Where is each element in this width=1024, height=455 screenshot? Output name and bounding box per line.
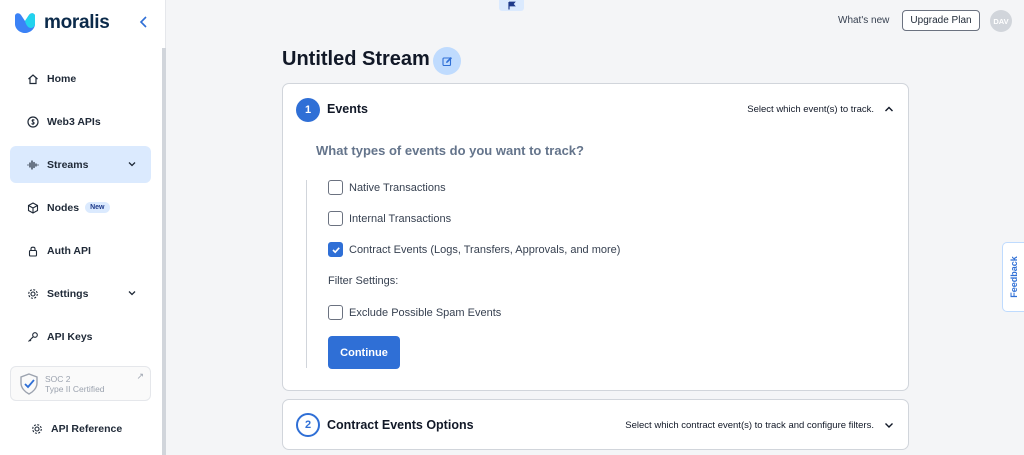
divider	[306, 180, 307, 368]
option-label: Native Transactions	[349, 181, 446, 194]
feedback-label: Feedback	[1008, 256, 1019, 298]
option-native-transactions[interactable]: Native Transactions	[328, 180, 446, 195]
chevron-up-icon[interactable]	[884, 104, 894, 114]
check-icon	[331, 246, 340, 253]
external-link-icon: ↗	[136, 371, 144, 381]
sidebar-scrollbar[interactable]	[162, 48, 166, 455]
card-title: Contract Events Options	[327, 418, 474, 432]
sidebar-item-label: Nodes	[47, 201, 80, 214]
key-icon	[26, 330, 40, 344]
option-internal-transactions[interactable]: Internal Transactions	[328, 211, 451, 226]
gear-icon	[30, 422, 44, 436]
feedback-tab[interactable]: Feedback	[1002, 242, 1024, 312]
soc2-certification-badge[interactable]: SOC 2 Type II Certified ↗	[10, 366, 151, 401]
sidebar: moralis Home Web3 APIs Streams Nodes New…	[0, 0, 166, 455]
edit-icon	[441, 56, 452, 66]
events-question: What types of events do you want to trac…	[316, 143, 584, 158]
sidebar-nav: Home Web3 APIs Streams Nodes New Auth AP…	[10, 60, 151, 361]
sidebar-item-home[interactable]: Home	[10, 60, 151, 97]
edit-title-button[interactable]	[433, 47, 461, 75]
cube-icon	[26, 201, 40, 215]
logo[interactable]: moralis	[12, 12, 110, 34]
new-badge: New	[85, 202, 110, 213]
lock-icon	[26, 244, 40, 258]
gear-icon	[26, 287, 40, 301]
card-hint: Select which contract event(s) to track …	[625, 420, 874, 431]
sidebar-item-label: Web3 APIs	[47, 115, 101, 128]
flag-icon	[508, 1, 516, 10]
sidebar-item-nodes[interactable]: Nodes New	[10, 189, 151, 226]
sidebar-item-streams[interactable]: Streams	[10, 146, 151, 183]
whats-new-link[interactable]: What's new	[838, 15, 889, 26]
api-reference-link[interactable]: API Reference	[30, 422, 122, 436]
avatar[interactable]: DAV	[990, 10, 1012, 32]
dollar-icon	[26, 115, 40, 129]
option-label: Exclude Possible Spam Events	[349, 306, 502, 319]
sidebar-item-web3-apis[interactable]: Web3 APIs	[10, 103, 151, 140]
sidebar-item-label: Streams	[47, 158, 89, 171]
checkbox[interactable]	[328, 305, 343, 320]
checkbox[interactable]	[328, 211, 343, 226]
sidebar-item-settings[interactable]: Settings	[10, 275, 151, 312]
home-icon	[26, 72, 40, 86]
card-title: Events	[327, 102, 368, 116]
continue-button[interactable]: Continue	[328, 336, 400, 369]
sidebar-item-auth-api[interactable]: Auth API	[10, 232, 151, 269]
moralis-logo-icon	[15, 13, 35, 33]
sidebar-item-api-keys[interactable]: API Keys	[10, 318, 151, 355]
chevron-down-icon[interactable]	[127, 288, 137, 298]
sidebar-item-label: Home	[47, 72, 77, 85]
page-title: Untitled Stream	[282, 48, 430, 70]
events-card: 1 Events Select which event(s) to track.…	[282, 83, 909, 391]
card-hint: Select which event(s) to track.	[747, 104, 874, 115]
sidebar-item-label: Auth API	[47, 244, 91, 257]
brand-name: moralis	[44, 12, 110, 33]
option-label: Contract Events (Logs, Transfers, Approv…	[349, 243, 621, 256]
shield-check-icon	[20, 372, 38, 395]
chevron-down-icon[interactable]	[127, 159, 137, 169]
chevron-down-icon[interactable]	[884, 420, 894, 430]
option-contract-events[interactable]: Contract Events (Logs, Transfers, Approv…	[328, 242, 620, 257]
contract-events-options-card[interactable]: 2 Contract Events Options Select which c…	[282, 399, 909, 450]
soc-text: SOC 2 Type II Certified	[45, 374, 105, 394]
flag-tab[interactable]	[499, 0, 524, 11]
waveform-icon	[26, 158, 40, 172]
checkbox[interactable]	[328, 180, 343, 195]
soc-line-2: Type II Certified	[45, 383, 105, 394]
collapse-sidebar-icon[interactable]	[136, 14, 152, 30]
filter-settings-label: Filter Settings:	[328, 275, 399, 287]
api-reference-label: API Reference	[51, 423, 123, 435]
soc-line-1: SOC 2	[45, 373, 71, 384]
upgrade-plan-button[interactable]: Upgrade Plan	[902, 10, 980, 31]
option-exclude-spam[interactable]: Exclude Possible Spam Events	[328, 305, 501, 320]
sidebar-item-label: Settings	[47, 287, 89, 300]
sidebar-item-label: API Keys	[47, 330, 93, 343]
step-number: 1	[296, 98, 320, 122]
option-label: Internal Transactions	[349, 212, 452, 225]
step-number: 2	[296, 413, 320, 437]
checkbox[interactable]	[328, 242, 343, 257]
